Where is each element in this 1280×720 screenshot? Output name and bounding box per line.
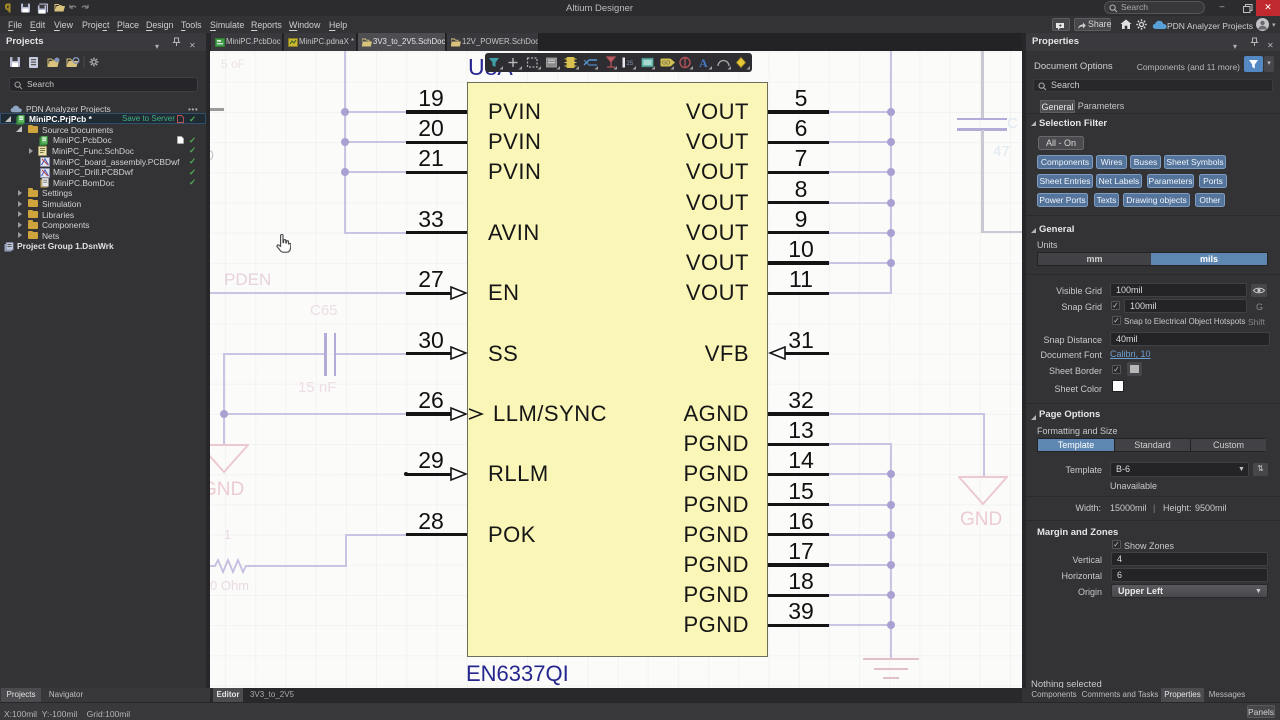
- svg-text:25: 25: [627, 61, 634, 67]
- svg-text:GD: GD: [662, 61, 670, 67]
- svg-text:A: A: [699, 56, 708, 70]
- svg-text:+: +: [1059, 24, 1063, 30]
